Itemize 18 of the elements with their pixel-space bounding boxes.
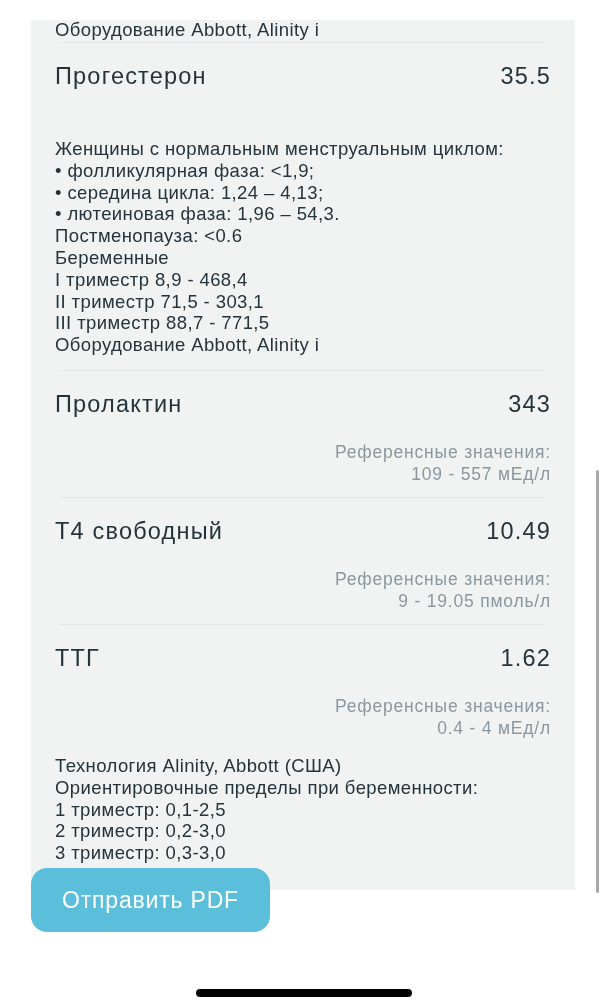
reference-range: 0.4 - 4 мЕд/л <box>437 716 551 739</box>
reference-label: Референсные значения: <box>335 567 551 590</box>
note-text: Оборудование Abbott, Alinity i <box>55 20 321 40</box>
note-text: Технология Alinity, Abbott (США) Ориентировочные пределы при беременности: 1 триместр: 0,1-2,5 2 триместр: 0,2-3,0 3 триместр: 0,3-3,0 <box>55 754 480 864</box>
test-value: 35.5 <box>500 63 551 89</box>
test-name: Прогестерон <box>55 63 207 89</box>
test-value: 10.49 <box>486 517 551 544</box>
test-value: 343 <box>508 390 551 417</box>
test-name: Т4 свободный <box>55 517 224 544</box>
test-value: 1.62 <box>500 644 551 671</box>
reference-label: Референсные значения: <box>335 440 551 463</box>
reference-range: 109 - 557 мЕд/л <box>411 462 551 485</box>
test-name: ТТГ <box>55 644 101 671</box>
test-name: Пролактин <box>55 390 183 417</box>
reference-range: 9 - 19.05 пмоль/л <box>398 589 551 612</box>
reference-label: Референсные значения: <box>335 694 551 717</box>
note-text: Женщины с нормальным менструальным циклом: • фолликулярная фаза: <1,9; • середина цикла: 1,24 – 4,13; • лютеиновая фаза: 1,96 – 54,3. Постменопауза: <0.6 Беременные I триместр 8,9 - 468,4 II триместр 71,5 - 303,1 III триместр 88,7 - 771,5 Оборудование Abbott, Alinity i <box>55 138 505 356</box>
send-pdf-button[interactable]: Отправить PDF <box>31 868 270 932</box>
